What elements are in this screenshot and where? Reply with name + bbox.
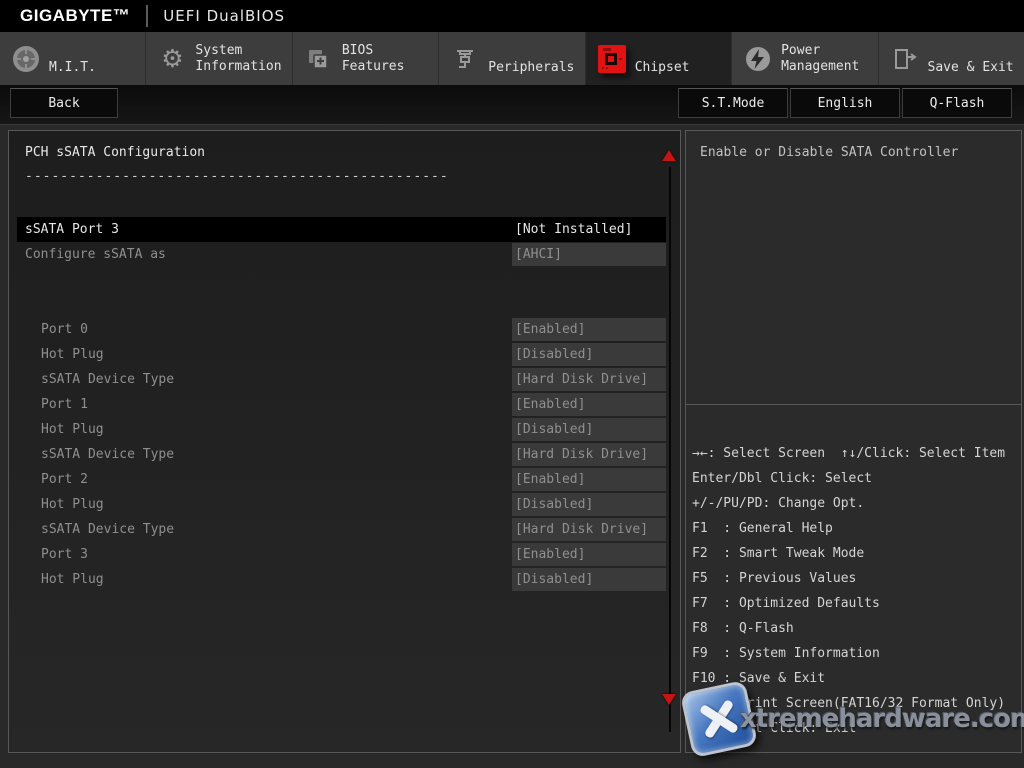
setting-label: Hot Plug — [17, 418, 510, 441]
tab-label: BIOS Features — [342, 43, 405, 75]
tab-label: Peripherals — [488, 60, 574, 76]
setting-value: [Disabled] — [512, 568, 666, 591]
key-legend-line: +/-/PU/PD: Change Opt. — [692, 491, 1021, 516]
blank-rows — [17, 267, 666, 317]
page-title: PCH sSATA Configuration — [25, 145, 205, 160]
back-button[interactable]: Back — [10, 88, 118, 118]
setting-value: [Enabled] — [512, 543, 666, 566]
setting-value: [Disabled] — [512, 418, 666, 441]
setting-row-ssata-port3[interactable]: sSATA Port 3 [Not Installed] — [17, 217, 666, 242]
setting-value: [Enabled] — [512, 393, 666, 416]
setting-value: [Hard Disk Drive] — [512, 518, 666, 541]
title-bar: GIGABYTE™ UEFI DualBIOS — [0, 0, 1024, 32]
bios-setup-screen: GIGABYTE™ UEFI DualBIOS M.I.T. ⚙ System … — [0, 0, 1024, 768]
setting-value: [Hard Disk Drive] — [512, 443, 666, 466]
header-divider — [146, 5, 148, 27]
setting-label: Hot Plug — [17, 493, 510, 516]
setting-row-hotplug2[interactable]: Hot Plug [Disabled] — [17, 492, 666, 517]
tab-label: System Information — [195, 43, 281, 75]
key-legend-line: F9 : System Information — [692, 641, 1021, 666]
bios-features-icon — [304, 44, 334, 74]
tab-label: Chipset — [635, 60, 690, 76]
setting-row-hotplug1[interactable]: Hot Plug [Disabled] — [17, 417, 666, 442]
key-legend-line: →←: Select Screen ↑↓/Click: Select Item — [692, 441, 1021, 466]
setting-label: sSATA Port 3 — [17, 218, 510, 241]
scroll-up-arrow-icon[interactable] — [662, 150, 676, 161]
help-panel: Enable or Disable SATA Controller →←: Se… — [685, 130, 1022, 753]
tab-bios-features[interactable]: BIOS Features — [293, 32, 439, 85]
save-exit-icon — [890, 44, 920, 74]
key-legend-line: F10 : Save & Exit — [692, 666, 1021, 691]
setting-row-devtype0[interactable]: sSATA Device Type [Hard Disk Drive] — [17, 367, 666, 392]
key-legend-line: F2 : Smart Tweak Mode — [692, 541, 1021, 566]
setting-value: [AHCI] — [512, 243, 666, 266]
key-legend-line: F7 : Optimized Defaults — [692, 591, 1021, 616]
setting-label: Port 0 — [17, 318, 510, 341]
setting-label: sSATA Device Type — [17, 518, 510, 541]
setting-value: [Disabled] — [512, 343, 666, 366]
setting-value: [Disabled] — [512, 493, 666, 516]
q-flash-button[interactable]: Q-Flash — [902, 88, 1012, 118]
setting-value: [Enabled] — [512, 468, 666, 491]
setting-row-hotplug0[interactable]: Hot Plug [Disabled] — [17, 342, 666, 367]
chipset-icon — [597, 44, 627, 74]
tab-chipset[interactable]: Chipset — [586, 32, 732, 85]
key-legend-line: F5 : Previous Values — [692, 566, 1021, 591]
key-legend-line: F12 : Print Screen(FAT16/32 Format Only) — [692, 691, 1021, 716]
setting-row-port1[interactable]: Port 1 [Enabled] — [17, 392, 666, 417]
tab-save-exit[interactable]: Save & Exit — [879, 32, 1024, 85]
tab-label: Power Management — [781, 43, 859, 75]
settings-panel: PCH sSATA Configuration ----------------… — [8, 130, 681, 753]
tab-label: M.I.T. — [49, 60, 96, 76]
setting-row-devtype2[interactable]: sSATA Device Type [Hard Disk Drive] — [17, 517, 666, 542]
firmware-title: UEFI DualBIOS — [163, 7, 285, 25]
setting-row-hotplug3[interactable]: Hot Plug [Disabled] — [17, 567, 666, 592]
item-help-text: Enable or Disable SATA Controller — [686, 131, 1021, 405]
toolbar: Back S.T.Mode English Q-Flash — [0, 85, 1024, 125]
setting-label: Port 2 — [17, 468, 510, 491]
setting-label: sSATA Device Type — [17, 443, 510, 466]
setting-value: [Not Installed] — [512, 218, 666, 241]
setting-row-port3[interactable]: Port 3 [Enabled] — [17, 542, 666, 567]
setting-value: [Hard Disk Drive] — [512, 368, 666, 391]
tab-mit[interactable]: M.I.T. — [0, 32, 146, 85]
setting-row-configure-ssata[interactable]: Configure sSATA as [AHCI] — [17, 242, 666, 267]
mit-dial-icon — [11, 44, 41, 74]
setting-row-port0[interactable]: Port 0 [Enabled] — [17, 317, 666, 342]
tab-system-information[interactable]: ⚙ System Information — [146, 32, 292, 85]
setting-row-devtype1[interactable]: sSATA Device Type [Hard Disk Drive] — [17, 442, 666, 467]
tab-peripherals[interactable]: Peripherals — [439, 32, 585, 85]
setting-label: Hot Plug — [17, 568, 510, 591]
key-legend-line: F1 : General Help — [692, 516, 1021, 541]
key-legend-line: ESC/Right Click: Exit — [692, 716, 1021, 741]
setting-label: sSATA Device Type — [17, 368, 510, 391]
tab-label: Save & Exit — [928, 60, 1014, 76]
st-mode-button[interactable]: S.T.Mode — [678, 88, 788, 118]
settings-list: sSATA Controller [Enabled] Configure sSA… — [17, 217, 666, 592]
gigabyte-logo: GIGABYTE™ — [20, 6, 130, 26]
setting-label: Hot Plug — [17, 343, 510, 366]
setting-value: [Enabled] — [512, 318, 666, 341]
peripherals-icon — [450, 44, 480, 74]
main-menu-tabbar: M.I.T. ⚙ System Information BIOS Feature… — [0, 32, 1024, 85]
key-legend: →←: Select Screen ↑↓/Click: Select Item … — [686, 405, 1021, 752]
key-legend-line: Enter/Dbl Click: Select — [692, 466, 1021, 491]
setting-label: Configure sSATA as — [17, 243, 510, 266]
language-button[interactable]: English — [790, 88, 900, 118]
gear-icon: ⚙ — [157, 44, 187, 74]
key-legend-line: F8 : Q-Flash — [692, 616, 1021, 641]
tab-power-management[interactable]: Power Management — [732, 32, 878, 85]
scrollbar[interactable] — [669, 167, 671, 732]
power-management-icon — [743, 44, 773, 74]
setting-row-port2[interactable]: Port 2 [Enabled] — [17, 467, 666, 492]
setting-label: Port 1 — [17, 393, 510, 416]
title-divider: ----------------------------------------… — [25, 169, 449, 184]
setting-label: Port 3 — [17, 543, 510, 566]
scroll-down-arrow-icon[interactable] — [662, 694, 676, 705]
